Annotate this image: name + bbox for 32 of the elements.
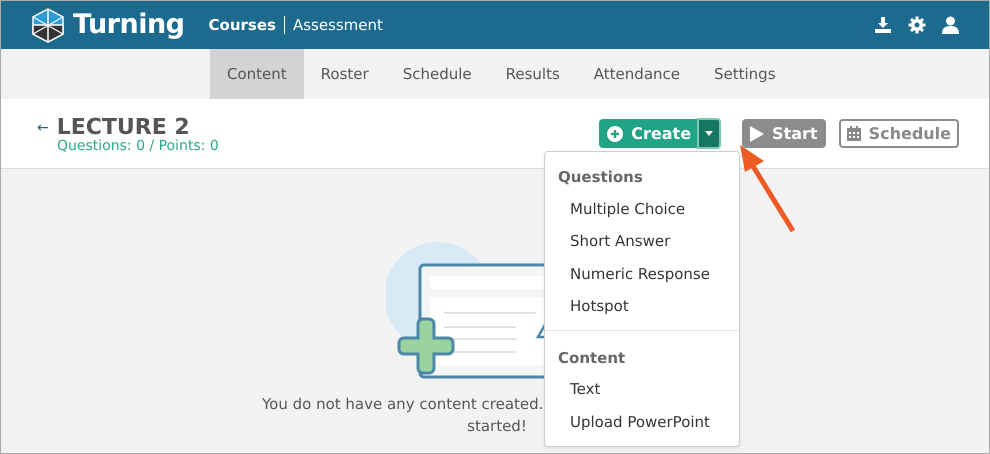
- play-icon: [750, 126, 764, 142]
- plus-circle-icon: [607, 126, 624, 142]
- nav-tab[interactable]: Roster: [304, 49, 386, 99]
- menu-item[interactable]: Short Answer: [545, 225, 739, 258]
- menu-item[interactable]: Text: [545, 373, 739, 406]
- nav-tab[interactable]: Content: [210, 49, 304, 99]
- lecture-title: LECTURE 2: [56, 117, 190, 139]
- nav-tab[interactable]: Schedule: [386, 49, 489, 99]
- dropdown-toggle[interactable]: [697, 118, 722, 149]
- menu-item[interactable]: Multiple Choice: [545, 192, 739, 225]
- breadcrumb-link[interactable]: Courses: [208, 14, 276, 36]
- menu-section-header: Questions: [557, 167, 644, 188]
- empty-message: You do not have any content created.: [262, 394, 544, 415]
- download-icon[interactable]: [874, 16, 892, 34]
- logo-icon[interactable]: [31, 7, 65, 43]
- nav-tab[interactable]: Attendance: [576, 49, 697, 99]
- brand-name: Turning: [73, 8, 185, 42]
- breadcrumb-link[interactable]: Assessment: [292, 14, 383, 36]
- settings-icon[interactable]: [908, 16, 926, 34]
- menu-item[interactable]: Hotspot: [545, 290, 739, 322]
- calendar-icon: [846, 126, 861, 141]
- user-icon[interactable]: [942, 16, 959, 34]
- caret-icon: [705, 131, 714, 136]
- nav-tab[interactable]: Results: [488, 49, 577, 99]
- nav-tab[interactable]: Settings: [697, 49, 793, 99]
- empty-message: started!: [467, 416, 527, 437]
- schedule-button[interactable]: Schedule: [838, 119, 959, 148]
- menu-item[interactable]: Numeric Response: [545, 258, 739, 290]
- start-button[interactable]: Start: [742, 119, 826, 148]
- lecture-summary: Questions: 0 / Points: 0: [57, 139, 219, 154]
- menu-section-header: Content: [557, 348, 626, 368]
- menu-item[interactable]: Upload PowerPoint: [545, 406, 739, 438]
